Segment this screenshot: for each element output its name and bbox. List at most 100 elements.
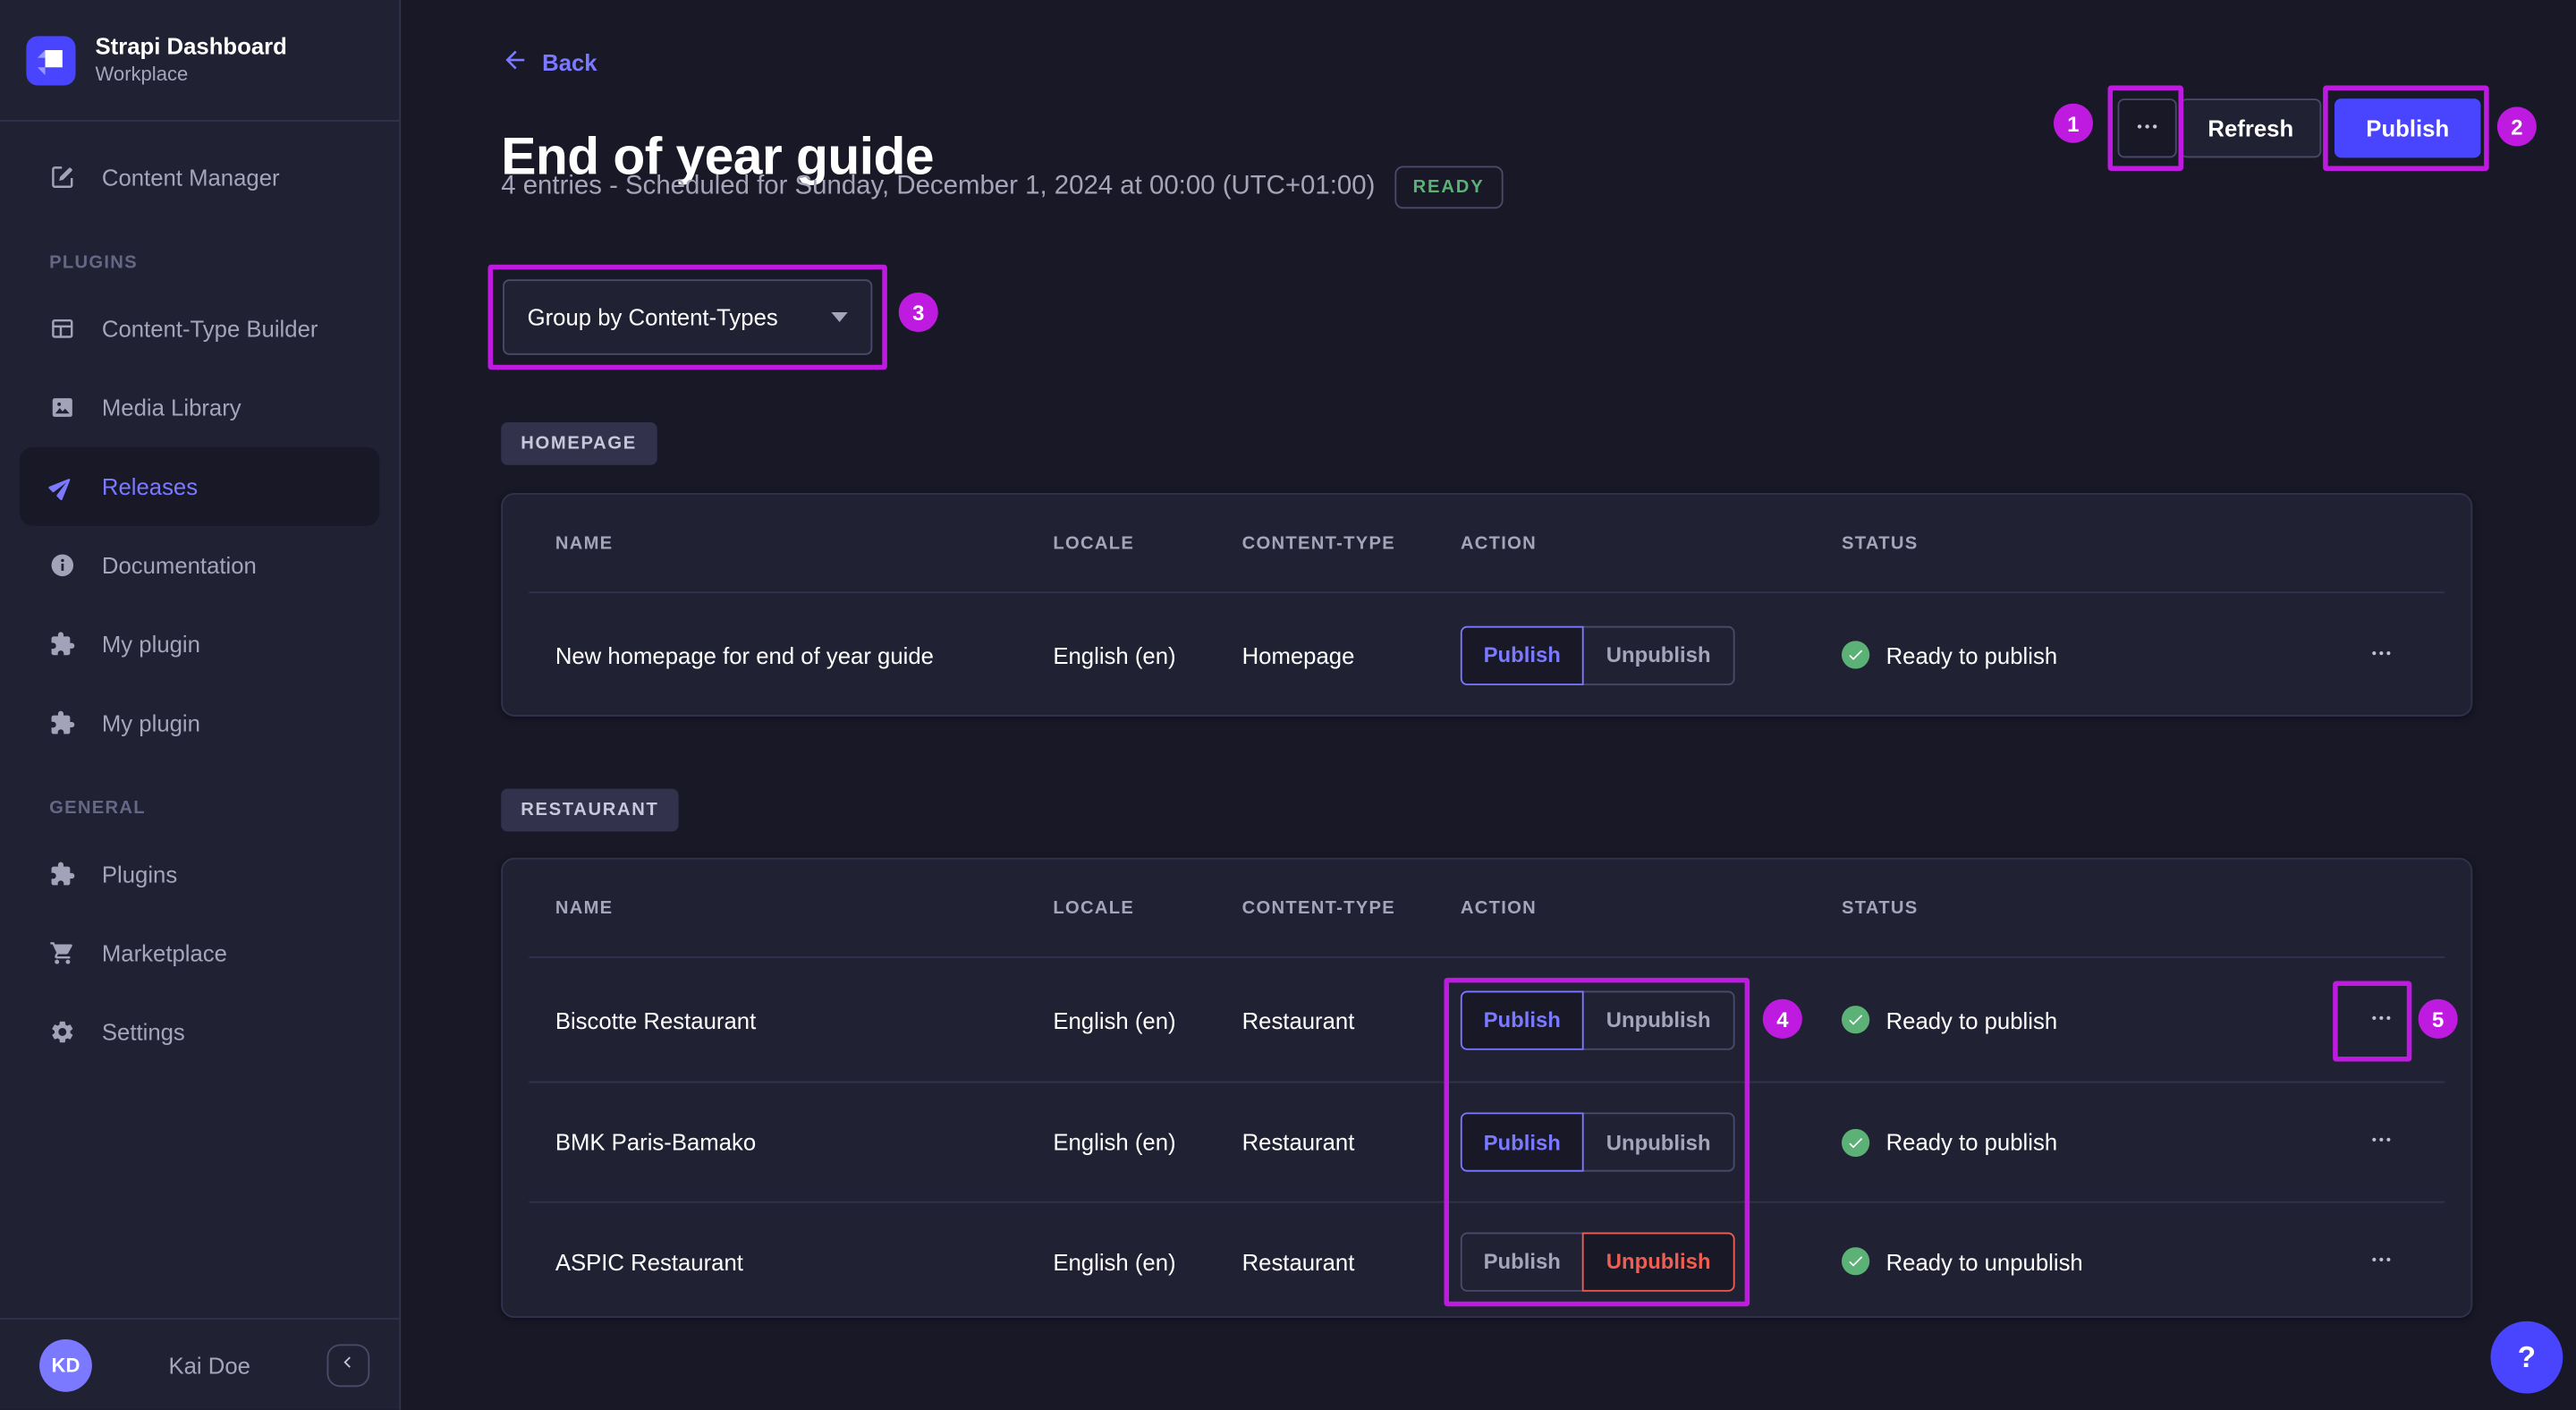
entry-content-type: Restaurant	[1241, 1007, 1355, 1033]
gear-icon	[49, 1019, 75, 1045]
chevron-down-icon	[831, 311, 848, 322]
sidebar-collapse-button[interactable]	[326, 1343, 370, 1387]
annotation-number-4: 4	[1762, 998, 1802, 1039]
sidebar-nav: Content Manager PLUGINS Content-Type Bui…	[0, 122, 399, 1072]
check-icon	[1841, 1127, 1870, 1157]
publish-option[interactable]: Publish	[1460, 624, 1584, 684]
entry-locale: English (en)	[1053, 1128, 1176, 1156]
status-badge: READY	[1394, 166, 1503, 209]
column-header-content-type: CONTENT-TYPE	[1241, 533, 1396, 554]
workspace-header[interactable]: Strapi Dashboard Workplace	[0, 0, 400, 122]
refresh-button[interactable]: Refresh	[2180, 98, 2322, 158]
more-options-icon	[2134, 113, 2160, 144]
entry-status: Ready to publish	[1841, 1127, 2362, 1157]
publish-option[interactable]: Publish	[1460, 1231, 1584, 1291]
sidebar: Strapi Dashboard Workplace Content Manag…	[0, 0, 402, 1410]
unpublish-option[interactable]: Unpublish	[1581, 1231, 1735, 1291]
sidebar-item-my-plugin-2[interactable]: My plugin	[0, 684, 399, 762]
column-header-name: NAME	[555, 897, 614, 918]
sidebar-section-plugins: PLUGINS	[49, 252, 138, 273]
sidebar-section-general: GENERAL	[49, 798, 146, 819]
table-row: Biscotte Restaurant English (en) Restaur…	[503, 958, 2470, 1082]
entry-locale: English (en)	[1053, 1248, 1176, 1275]
sidebar-item-content-type-builder[interactable]: Content-Type Builder	[0, 289, 399, 368]
annotation-number-3: 3	[898, 292, 938, 333]
check-icon	[1841, 1006, 1870, 1034]
sidebar-item-label: Settings	[101, 1018, 185, 1046]
cart-icon	[49, 940, 75, 966]
publish-option[interactable]: Publish	[1460, 990, 1584, 1049]
entry-status: Ready to publish	[1841, 641, 2362, 669]
avatar[interactable]: KD	[39, 1338, 92, 1391]
sidebar-item-documentation[interactable]: Documentation	[0, 526, 399, 605]
sidebar-item-label: Releases	[101, 472, 199, 500]
image-icon	[49, 395, 75, 420]
unpublish-option[interactable]: Unpublish	[1581, 624, 1735, 684]
back-link[interactable]: Back	[501, 46, 597, 79]
sidebar-item-marketplace[interactable]: Marketplace	[0, 913, 399, 992]
entry-content-type: Restaurant	[1241, 1248, 1355, 1275]
unpublish-option[interactable]: Unpublish	[1581, 1112, 1735, 1172]
paper-plane-icon	[48, 473, 75, 501]
entry-content-type: Restaurant	[1241, 1128, 1355, 1156]
column-header-locale: LOCALE	[1053, 897, 1135, 918]
sidebar-item-label: Content-Type Builder	[101, 315, 318, 343]
restaurant-table: NAME LOCALE CONTENT-TYPE ACTION STATUS B…	[501, 857, 2473, 1319]
unpublish-option[interactable]: Unpublish	[1581, 990, 1735, 1049]
release-more-options-button[interactable]	[2117, 98, 2177, 158]
sidebar-item-releases[interactable]: Releases	[20, 446, 380, 526]
more-options-icon	[2369, 1127, 2394, 1157]
table-header-row: NAME LOCALE CONTENT-TYPE ACTION STATUS	[503, 495, 2470, 591]
chevron-left-icon	[338, 1353, 358, 1378]
status-label: Ready to publish	[1885, 1128, 2058, 1156]
sidebar-item-my-plugin-1[interactable]: My plugin	[0, 605, 399, 684]
row-more-button[interactable]	[2362, 1121, 2400, 1164]
column-header-action: ACTION	[1460, 533, 1538, 554]
puzzle-icon	[49, 709, 75, 735]
more-options-icon	[2369, 640, 2394, 669]
sidebar-item-label: Media Library	[101, 394, 242, 421]
help-button[interactable]: ?	[2490, 1321, 2563, 1394]
workspace-name: Workplace	[95, 62, 189, 86]
release-meta: 4 entries - Scheduled for Sunday, Decemb…	[501, 166, 1503, 209]
column-header-status: STATUS	[1841, 897, 1919, 918]
group-by-select[interactable]: Group by Content-Types	[503, 279, 873, 355]
sidebar-item-plugins[interactable]: Plugins	[0, 835, 399, 913]
entry-action-toggle: Publish Unpublish	[1460, 1231, 1842, 1291]
sidebar-item-label: Documentation	[101, 552, 257, 579]
sidebar-item-media-library[interactable]: Media Library	[0, 368, 399, 446]
content-type-badge-restaurant: RESTAURANT	[501, 788, 679, 832]
sidebar-item-label: Content Manager	[101, 164, 280, 191]
puzzle-icon	[49, 861, 75, 887]
sidebar-item-label: Marketplace	[101, 939, 227, 966]
row-more-button[interactable]	[2362, 998, 2400, 1041]
sidebar-item-settings[interactable]: Settings	[0, 992, 399, 1071]
status-label: Ready to publish	[1885, 641, 2058, 668]
entry-name: BMK Paris-Bamako	[555, 1128, 757, 1156]
table-row: ASPIC Restaurant English (en) Restaurant…	[503, 1202, 2470, 1319]
check-icon	[1841, 641, 1870, 669]
sidebar-item-label: My plugin	[101, 631, 200, 658]
table-header-row: NAME LOCALE CONTENT-TYPE ACTION STATUS	[503, 860, 2470, 956]
publish-release-button[interactable]: Publish	[2334, 98, 2481, 158]
entry-content-type: Homepage	[1241, 641, 1355, 668]
main-content: Back End of year guide 4 entries - Sched…	[401, 0, 2576, 1410]
sidebar-item-content-manager[interactable]: Content Manager	[0, 138, 399, 217]
info-icon	[49, 552, 75, 578]
row-more-button[interactable]	[2362, 1240, 2400, 1283]
sidebar-item-label: My plugin	[101, 709, 200, 736]
table-row: BMK Paris-Bamako English (en) Restaurant…	[503, 1083, 2470, 1201]
publish-option[interactable]: Publish	[1460, 1112, 1584, 1172]
check-icon	[1841, 1247, 1870, 1276]
entry-action-toggle: Publish Unpublish	[1460, 624, 1842, 684]
entry-action-toggle: Publish Unpublish	[1460, 1112, 1842, 1172]
column-header-action: ACTION	[1460, 897, 1538, 918]
column-header-locale: LOCALE	[1053, 533, 1135, 554]
back-label: Back	[542, 49, 597, 76]
annotation-number-1: 1	[2053, 103, 2093, 143]
layout-icon	[49, 316, 75, 342]
sidebar-item-label: Plugins	[101, 861, 178, 888]
row-more-button[interactable]	[2362, 633, 2400, 676]
column-header-content-type: CONTENT-TYPE	[1241, 897, 1396, 918]
sidebar-footer: KD Kai Doe	[0, 1318, 400, 1410]
